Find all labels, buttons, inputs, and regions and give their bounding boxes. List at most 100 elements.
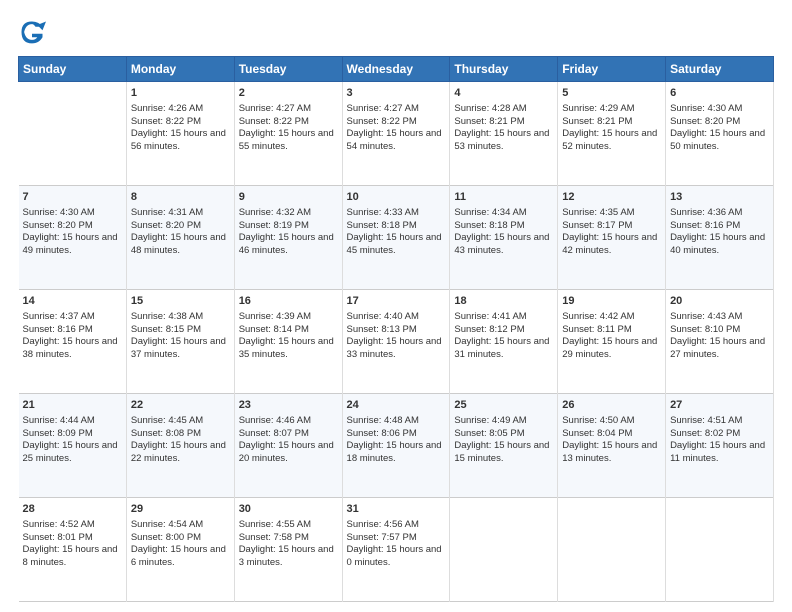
daylight: Daylight: 15 hours and 6 minutes. [131, 544, 226, 568]
logo-icon [18, 18, 46, 46]
day-number: 8 [131, 190, 230, 205]
daylight: Daylight: 15 hours and 54 minutes. [347, 128, 442, 152]
day-cell: 9Sunrise: 4:32 AMSunset: 8:19 PMDaylight… [234, 186, 342, 290]
day-cell: 8Sunrise: 4:31 AMSunset: 8:20 PMDaylight… [126, 186, 234, 290]
daylight: Daylight: 15 hours and 55 minutes. [239, 128, 334, 152]
daylight: Daylight: 15 hours and 15 minutes. [454, 440, 549, 464]
sunrise: Sunrise: 4:56 AM [347, 519, 419, 530]
daylight: Daylight: 15 hours and 31 minutes. [454, 336, 549, 360]
day-cell: 14Sunrise: 4:37 AMSunset: 8:16 PMDayligh… [19, 290, 127, 394]
day-cell [558, 498, 666, 602]
day-cell: 6Sunrise: 4:30 AMSunset: 8:20 PMDaylight… [666, 82, 774, 186]
sunrise: Sunrise: 4:42 AM [562, 311, 634, 322]
sunrise: Sunrise: 4:33 AM [347, 207, 419, 218]
day-cell: 1Sunrise: 4:26 AMSunset: 8:22 PMDaylight… [126, 82, 234, 186]
day-number: 1 [131, 86, 230, 101]
sunset: Sunset: 8:04 PM [562, 428, 632, 439]
week-row-3: 14Sunrise: 4:37 AMSunset: 8:16 PMDayligh… [19, 290, 774, 394]
sunrise: Sunrise: 4:30 AM [23, 207, 95, 218]
daylight: Daylight: 15 hours and 53 minutes. [454, 128, 549, 152]
sunrise: Sunrise: 4:52 AM [23, 519, 95, 530]
day-header-sunday: Sunday [19, 57, 127, 82]
day-number: 24 [347, 398, 446, 413]
sunrise: Sunrise: 4:38 AM [131, 311, 203, 322]
sunrise: Sunrise: 4:27 AM [239, 103, 311, 114]
sunset: Sunset: 8:10 PM [670, 324, 740, 335]
day-number: 12 [562, 190, 661, 205]
day-number: 16 [239, 294, 338, 309]
daylight: Daylight: 15 hours and 37 minutes. [131, 336, 226, 360]
sunrise: Sunrise: 4:51 AM [670, 415, 742, 426]
day-cell: 18Sunrise: 4:41 AMSunset: 8:12 PMDayligh… [450, 290, 558, 394]
daylight: Daylight: 15 hours and 33 minutes. [347, 336, 442, 360]
logo [18, 18, 50, 46]
sunrise: Sunrise: 4:50 AM [562, 415, 634, 426]
day-number: 22 [131, 398, 230, 413]
sunrise: Sunrise: 4:29 AM [562, 103, 634, 114]
day-number: 4 [454, 86, 553, 101]
day-cell: 25 Sunrise: 4:49 AM Sunset: 8:05 PMDayligh… [450, 394, 558, 498]
day-number: 17 [347, 294, 446, 309]
daylight: Daylight: 15 hours and 0 minutes. [347, 544, 442, 568]
sunrise: Sunrise: 4:36 AM [670, 207, 742, 218]
sunrise: Sunrise: 4:28 AM [454, 103, 526, 114]
day-number: 23 [239, 398, 338, 413]
sunrise: Sunrise: 4:45 AM [131, 415, 203, 426]
day-header-thursday: Thursday [450, 57, 558, 82]
daylight: Daylight: 15 hours and 50 minutes. [670, 128, 765, 152]
day-header-saturday: Saturday [666, 57, 774, 82]
day-number: 7 [23, 190, 122, 205]
sunset: Sunset: 7:57 PM [347, 532, 417, 543]
day-number: 25 [454, 398, 553, 413]
week-row-4: 21 Sunrise: 4:44 AM Sunset: 8:09 PM Dayligh… [19, 394, 774, 498]
day-header-monday: Monday [126, 57, 234, 82]
sunrise: Sunrise: 4:31 AM [131, 207, 203, 218]
day-cell: 21Sunrise: 4:44 AMSunset: 8:09 PMDayligh… [19, 394, 127, 498]
day-cell: 15Sunrise: 4:38 AMSunset: 8:15 PMDayligh… [126, 290, 234, 394]
daylight: Daylight: 15 hours and 18 minutes. [347, 440, 442, 464]
day-cell: 2Sunrise: 4:27 AMSunset: 8:22 PMDaylight… [234, 82, 342, 186]
sunrise: Sunrise: 4:44 AM [23, 415, 95, 426]
sunset: Sunset: 8:20 PM [23, 220, 93, 231]
day-cell: 29 Sunrise: 4:54 AM Sunset: 8:00 PMDayligh… [126, 498, 234, 602]
daylight: Daylight: 15 hours and 52 minutes. [562, 128, 657, 152]
day-number: 31 [347, 502, 446, 517]
sunrise: Sunrise: 4:54 AM [131, 519, 203, 530]
day-number: 2 [239, 86, 338, 101]
sunset: Sunset: 8:16 PM [23, 324, 93, 335]
daylight: Daylight: 15 hours and 22 minutes. [131, 440, 226, 464]
sunrise: Sunrise: 4:40 AM [347, 311, 419, 322]
day-cell: 23Sunrise: 4:46 AMSunset: 8:07 PMDayligh… [234, 394, 342, 498]
week-row-2: 7Sunrise: 4:30 AMSunset: 8:20 PMDaylight… [19, 186, 774, 290]
sunset: Sunset: 8:09 PM [23, 428, 93, 439]
day-number: 5 [562, 86, 661, 101]
day-cell [666, 498, 774, 602]
header [18, 18, 774, 46]
daylight: Daylight: 15 hours and 3 minutes. [239, 544, 334, 568]
daylight: Daylight: 15 hours and 49 minutes. [23, 232, 118, 256]
sunset: Sunset: 8:00 PM [131, 532, 201, 543]
day-number: 29 [131, 502, 230, 517]
daylight: Daylight: 15 hours and 11 minutes. [670, 440, 765, 464]
day-number: 21 [23, 398, 122, 413]
day-cell: 7 Sunrise: 4:30 AM Sunset: 8:20 PMDaylight… [19, 186, 127, 290]
sunset: Sunset: 8:05 PM [454, 428, 524, 439]
day-number: 27 [670, 398, 769, 413]
day-header-wednesday: Wednesday [342, 57, 450, 82]
sunset: Sunset: 8:21 PM [454, 116, 524, 127]
sunrise: Sunrise: 4:27 AM [347, 103, 419, 114]
day-cell: 22 Sunrise: 4:45 AM Sunset: 8:08 PMDayligh… [126, 394, 234, 498]
sunrise: Sunrise: 4:49 AM [454, 415, 526, 426]
day-cell: 12Sunrise: 4:35 AMSunset: 8:17 PMDayligh… [558, 186, 666, 290]
sunset: Sunset: 8:19 PM [239, 220, 309, 231]
sunset: Sunset: 8:21 PM [562, 116, 632, 127]
daylight: Daylight: 15 hours and 48 minutes. [131, 232, 226, 256]
sunset: Sunset: 8:08 PM [131, 428, 201, 439]
sunrise: Sunrise: 4:39 AM [239, 311, 311, 322]
sunrise: Sunrise: 4:41 AM [454, 311, 526, 322]
day-header-tuesday: Tuesday [234, 57, 342, 82]
daylight: Daylight: 15 hours and 29 minutes. [562, 336, 657, 360]
week-row-5: 28Sunrise: 4:52 AMSunset: 8:01 PMDayligh… [19, 498, 774, 602]
sunset: Sunset: 8:18 PM [454, 220, 524, 231]
calendar-table: SundayMondayTuesdayWednesdayThursdayFrid… [18, 56, 774, 602]
